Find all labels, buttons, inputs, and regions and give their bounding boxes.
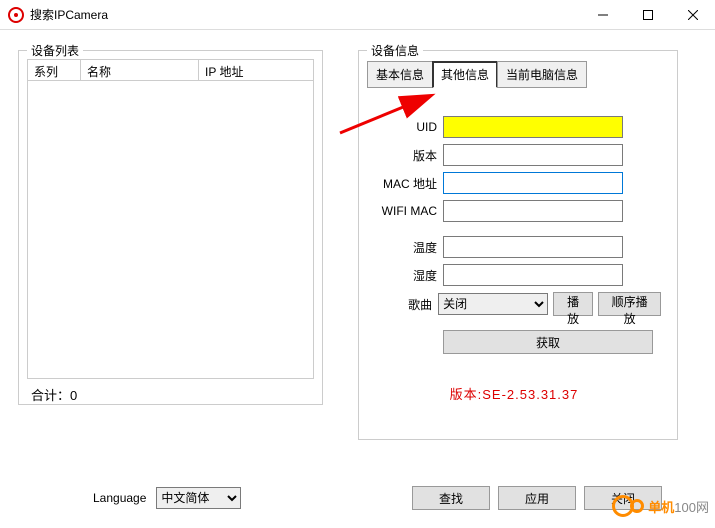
version-input[interactable]	[443, 144, 623, 166]
col-series[interactable]: 系列	[28, 60, 81, 80]
window-title: 搜索IPCamera	[30, 6, 580, 23]
play-button[interactable]: 播放	[553, 292, 593, 316]
language-label: Language	[93, 491, 146, 505]
table-body[interactable]	[27, 81, 314, 379]
version-label: 版本	[367, 147, 437, 164]
watermark-logo-icon	[612, 490, 644, 522]
search-button[interactable]: 查找	[412, 486, 490, 510]
device-list-legend: 设备列表	[27, 42, 83, 59]
tab-other[interactable]: 其他信息	[432, 61, 498, 88]
song-select[interactable]: 关闭	[438, 293, 548, 315]
device-info-legend: 设备信息	[367, 42, 423, 59]
uid-label: UID	[367, 120, 437, 134]
fetch-button[interactable]: 获取	[443, 330, 653, 354]
song-label: 歌曲	[367, 296, 432, 313]
col-ip[interactable]: IP 地址	[199, 60, 313, 80]
language-select[interactable]: 中文简体	[156, 487, 241, 509]
total-value: 0	[70, 388, 77, 403]
close-button[interactable]	[670, 0, 715, 29]
humid-label: 湿度	[367, 267, 437, 284]
minimize-button[interactable]	[580, 0, 625, 29]
uid-input[interactable]	[443, 116, 623, 138]
mac-input[interactable]	[443, 172, 623, 194]
total-label: 合计：	[31, 388, 70, 403]
app-icon	[8, 7, 24, 23]
humid-input[interactable]	[443, 264, 623, 286]
title-bar: 搜索IPCamera	[0, 0, 715, 30]
device-list-fieldset: 设备列表 系列 名称 IP 地址 合计：0	[18, 50, 323, 405]
version-text: 版本:SE-2.53.31.37	[367, 384, 661, 403]
table-header: 系列 名称 IP 地址	[27, 59, 314, 81]
temp-input[interactable]	[443, 236, 623, 258]
wifimac-input[interactable]	[443, 200, 623, 222]
total-row: 合计：0	[27, 379, 314, 406]
tab-pc[interactable]: 当前电脑信息	[497, 61, 587, 88]
tab-basic[interactable]: 基本信息	[367, 61, 433, 88]
device-info-fieldset: 设备信息 基本信息 其他信息 当前电脑信息 UID 版本 MAC 地址	[358, 50, 678, 440]
wifimac-label: WIFI MAC	[367, 204, 437, 218]
temp-label: 温度	[367, 239, 437, 256]
apply-button[interactable]: 应用	[498, 486, 576, 510]
seqplay-button[interactable]: 顺序播放	[598, 292, 661, 316]
col-name[interactable]: 名称	[81, 60, 199, 80]
watermark-text: 单机100网	[648, 497, 709, 516]
watermark: 单机100网	[612, 490, 709, 522]
maximize-button[interactable]	[625, 0, 670, 29]
mac-label: MAC 地址	[367, 175, 437, 192]
